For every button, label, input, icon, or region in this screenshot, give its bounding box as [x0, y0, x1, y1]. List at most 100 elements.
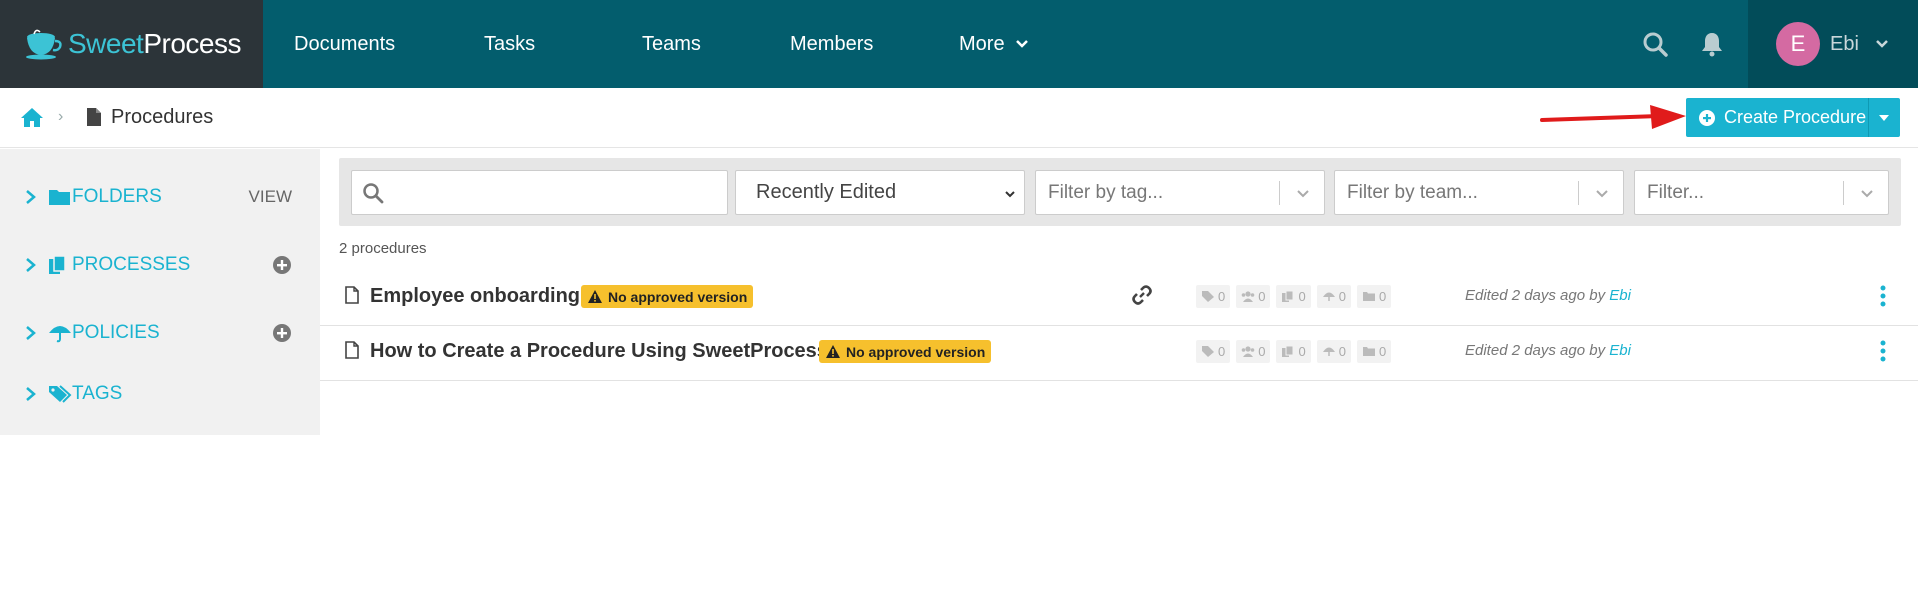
folder-icon	[1362, 292, 1375, 301]
create-procedure-main[interactable]: Create Procedure	[1686, 98, 1868, 137]
editor-link[interactable]: Ebi	[1609, 287, 1631, 304]
edited-info: Edited 2 days ago by Ebi	[1465, 342, 1631, 359]
procedure-count: 2 procedures	[339, 240, 427, 257]
process-count: 0	[1276, 340, 1311, 363]
sidebar-item-label: PROCESSES	[72, 254, 191, 275]
search-field	[351, 170, 728, 215]
chevron-right-icon	[26, 258, 36, 272]
tag-count: 0	[1196, 340, 1231, 363]
chevron-right-icon: ›	[58, 108, 64, 125]
users-icon	[1241, 346, 1255, 357]
member-count: 0	[1236, 285, 1271, 308]
nav-members[interactable]: Members	[790, 0, 873, 88]
team-filter-select[interactable]: Filter by team...	[1334, 170, 1624, 215]
chevron-down-icon	[1861, 190, 1873, 198]
member-count: 0	[1236, 340, 1271, 363]
chevron-right-icon	[26, 387, 36, 401]
search-icon	[363, 183, 384, 204]
copy-icon	[1282, 345, 1294, 357]
editor-link[interactable]: Ebi	[1609, 342, 1631, 359]
tags-icon	[49, 385, 72, 403]
chevron-down-icon	[1596, 190, 1608, 198]
home-icon[interactable]	[20, 106, 44, 128]
more-options-icon[interactable]	[1880, 339, 1886, 363]
tag-count-value: 0	[1218, 344, 1226, 359]
nav-documents[interactable]: Documents	[294, 0, 395, 88]
procedure-stats: 0 0 0 0 0	[1196, 285, 1392, 308]
folder-icon	[1362, 347, 1375, 356]
add-policy-icon[interactable]	[272, 323, 292, 343]
folder-count-value: 0	[1378, 344, 1387, 359]
nav-more[interactable]: More	[959, 0, 1029, 88]
edited-text: Edited 2 days ago by	[1465, 287, 1606, 304]
policy-count-value: 0	[1338, 289, 1346, 304]
user-name: Ebi	[1830, 32, 1859, 55]
procedure-title-link[interactable]: How to Create a Procedure Using SweetPro…	[370, 340, 828, 363]
more-options-icon[interactable]	[1880, 284, 1886, 308]
bell-icon[interactable]	[1699, 31, 1725, 57]
chevron-down-icon	[1876, 40, 1888, 48]
member-count-value: 0	[1258, 289, 1266, 304]
process-count-value: 0	[1298, 344, 1306, 359]
filter-panel: Recently Edited Filter by tag... Filter …	[339, 158, 1901, 226]
generic-filter-placeholder: Filter...	[1647, 181, 1705, 203]
tag-count-value: 0	[1218, 289, 1226, 304]
folder-count-value: 0	[1378, 289, 1387, 304]
tag-icon	[1202, 291, 1214, 302]
divider	[1843, 181, 1844, 205]
sidebar-item-policies[interactable]: POLICIES	[0, 313, 320, 353]
status-badge: No approved version	[581, 285, 754, 308]
sidebar-item-processes[interactable]: PROCESSES	[0, 245, 320, 285]
nav-tasks[interactable]: Tasks	[484, 0, 535, 88]
table-row: Employee onboarding No approved version …	[320, 271, 1918, 326]
sort-select[interactable]: Recently Edited	[735, 170, 1025, 215]
caret-down-icon	[1879, 114, 1890, 121]
chevron-down-icon	[1005, 191, 1015, 198]
top-navbar: SweetProcess Documents Tasks Teams Membe…	[0, 0, 1918, 88]
annotation-arrow	[1540, 105, 1686, 129]
document-icon	[345, 341, 359, 359]
edited-text: Edited 2 days ago by	[1465, 342, 1606, 359]
procedure-stats: 0 0 0 0 0	[1196, 340, 1392, 363]
copy-icon	[1282, 290, 1294, 302]
brand-logo[interactable]: SweetProcess	[0, 0, 263, 88]
plus-circle-icon	[1699, 109, 1715, 126]
document-icon	[87, 108, 101, 126]
sort-select-value: Recently Edited	[756, 181, 897, 203]
sidebar: FOLDERS VIEW PROCESSES POLICIES TAGS	[0, 149, 320, 435]
sidebar-item-folders[interactable]: FOLDERS VIEW	[0, 177, 320, 217]
tag-filter-select[interactable]: Filter by tag...	[1035, 170, 1325, 215]
document-icon	[345, 286, 359, 304]
warning-icon	[588, 290, 602, 303]
tag-filter-placeholder: Filter by tag...	[1048, 181, 1164, 203]
status-badge-label: No approved version	[608, 288, 748, 305]
status-badge-label: No approved version	[846, 343, 986, 360]
umbrella-icon	[49, 326, 71, 343]
policy-count: 0	[1316, 285, 1351, 308]
folders-view-link[interactable]: VIEW	[249, 187, 292, 207]
teacup-logo-icon	[26, 29, 62, 60]
procedure-title-link[interactable]: Employee onboarding	[370, 285, 580, 308]
add-process-icon[interactable]	[272, 255, 292, 275]
warning-icon	[826, 345, 840, 358]
avatar: E	[1776, 22, 1820, 66]
edited-info: Edited 2 days ago by Ebi	[1465, 287, 1631, 304]
brand-name: SweetProcess	[68, 28, 241, 59]
user-menu[interactable]: E Ebi	[1748, 0, 1918, 88]
users-icon	[1241, 291, 1255, 302]
sidebar-item-tags[interactable]: TAGS	[0, 374, 320, 414]
generic-filter-select[interactable]: Filter...	[1634, 170, 1889, 215]
divider	[1578, 181, 1579, 205]
search-icon[interactable]	[1642, 31, 1668, 57]
create-procedure-button: Create Procedure	[1686, 98, 1900, 137]
member-count-value: 0	[1258, 344, 1266, 359]
create-procedure-dropdown[interactable]	[1867, 98, 1900, 137]
chevron-down-icon	[1015, 40, 1028, 48]
tag-count: 0	[1196, 285, 1231, 308]
process-count: 0	[1276, 285, 1311, 308]
link-icon[interactable]	[1131, 284, 1153, 306]
search-input[interactable]	[394, 177, 714, 209]
chevron-down-icon	[1297, 190, 1309, 198]
tag-icon	[1202, 346, 1214, 357]
nav-teams[interactable]: Teams	[642, 0, 701, 88]
